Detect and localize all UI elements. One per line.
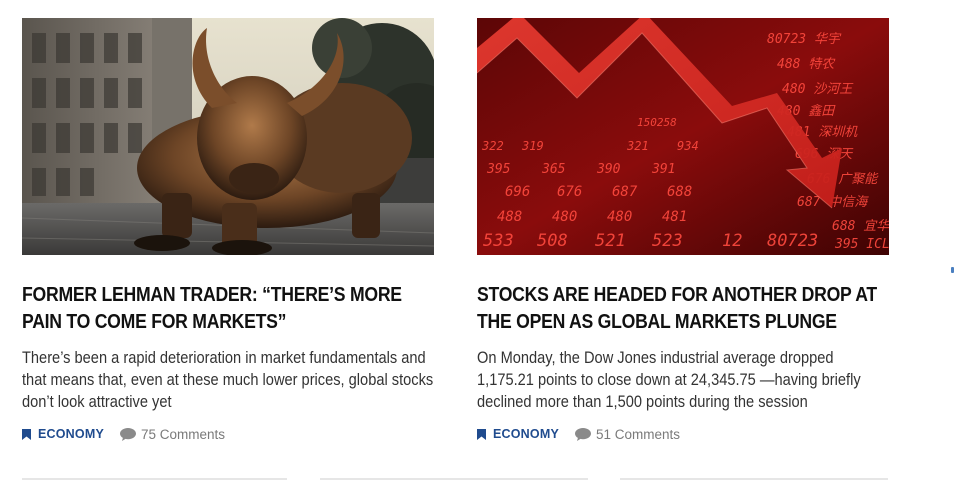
ticker-number: 687 (612, 184, 638, 200)
ticker-number: 319 (521, 139, 544, 153)
bookmark-icon (477, 428, 486, 440)
ticker-number: 523 (652, 231, 683, 251)
comments-link[interactable]: 75 Comments (120, 427, 225, 442)
ticker-number: 480 (607, 209, 632, 225)
ticker-number: 395 (486, 162, 511, 177)
ticker-number: 481 (662, 209, 687, 225)
comment-bubble-icon (575, 427, 591, 441)
ticker-number: 480 (552, 209, 577, 225)
article-headline[interactable]: STOCKS ARE HEADED FOR ANOTHER DROP AT TH… (477, 281, 890, 335)
ticker-number: 533 (483, 231, 514, 251)
category-label: ECONOMY (38, 427, 104, 441)
article-card: FORMER LEHMAN TRADER: “THERE’S MORE PAIN… (22, 18, 434, 443)
next-row-divider (620, 478, 888, 480)
ticker-number: 676 (557, 184, 582, 200)
next-row-divider (22, 478, 287, 480)
ticker-stock-name: 488 特农 (777, 57, 836, 72)
article-image-bull[interactable] (22, 18, 434, 255)
article-headline[interactable]: FORMER LEHMAN TRADER: “THERE’S MORE PAIN… (22, 281, 435, 335)
ticker-stock-name: 80723 华宇 (767, 32, 842, 47)
ticker-number: 365 (541, 162, 566, 177)
ticker-number: 521 (595, 231, 626, 251)
ticker-number: 322 (481, 139, 504, 153)
ticker-number: 390 (596, 162, 621, 177)
comments-link[interactable]: 51 Comments (575, 427, 680, 442)
ticker-stock-name: 480 沙河王 (782, 82, 854, 97)
scroll-indicator[interactable] (951, 267, 954, 273)
article-image-stock-board[interactable]: 533 508 521 523 12 80723 488 480 480 481 696 676 687… (477, 18, 889, 255)
article-excerpt: There’s been a rapid deterioration in ma… (22, 348, 434, 411)
ticker-stock-name: 688 宜华地 (832, 219, 889, 234)
article-card: 533 508 521 523 12 80723 488 480 480 481 696 676 687… (477, 18, 889, 443)
ticker-stock-name: 395 ICL (834, 237, 889, 252)
category-link[interactable]: ECONOMY (477, 427, 559, 441)
ticker-number: 508 (537, 231, 568, 251)
ticker-number: 696 (505, 184, 530, 200)
article-meta: ECONOMY 75 Comments (22, 425, 434, 443)
ticker-number: 488 (497, 209, 522, 225)
ticker-number: 12 (722, 231, 742, 251)
ticker-number: 80723 (767, 231, 818, 251)
category-link[interactable]: ECONOMY (22, 427, 104, 441)
next-row-divider (320, 478, 588, 480)
comments-count: 51 Comments (596, 426, 681, 442)
ticker-number: 150258 (637, 116, 677, 129)
bookmark-icon (22, 428, 31, 440)
ticker-number: 688 (667, 184, 692, 200)
ticker-number: 321 (626, 139, 649, 153)
ticker-number: 934 (677, 139, 699, 153)
category-label: ECONOMY (493, 427, 559, 441)
comments-count: 75 Comments (141, 426, 226, 442)
comment-bubble-icon (120, 427, 136, 441)
ticker-number: 391 (651, 162, 675, 177)
article-meta: ECONOMY 51 Comments (477, 425, 889, 443)
article-excerpt: On Monday, the Dow Jones industrial aver… (477, 348, 861, 411)
